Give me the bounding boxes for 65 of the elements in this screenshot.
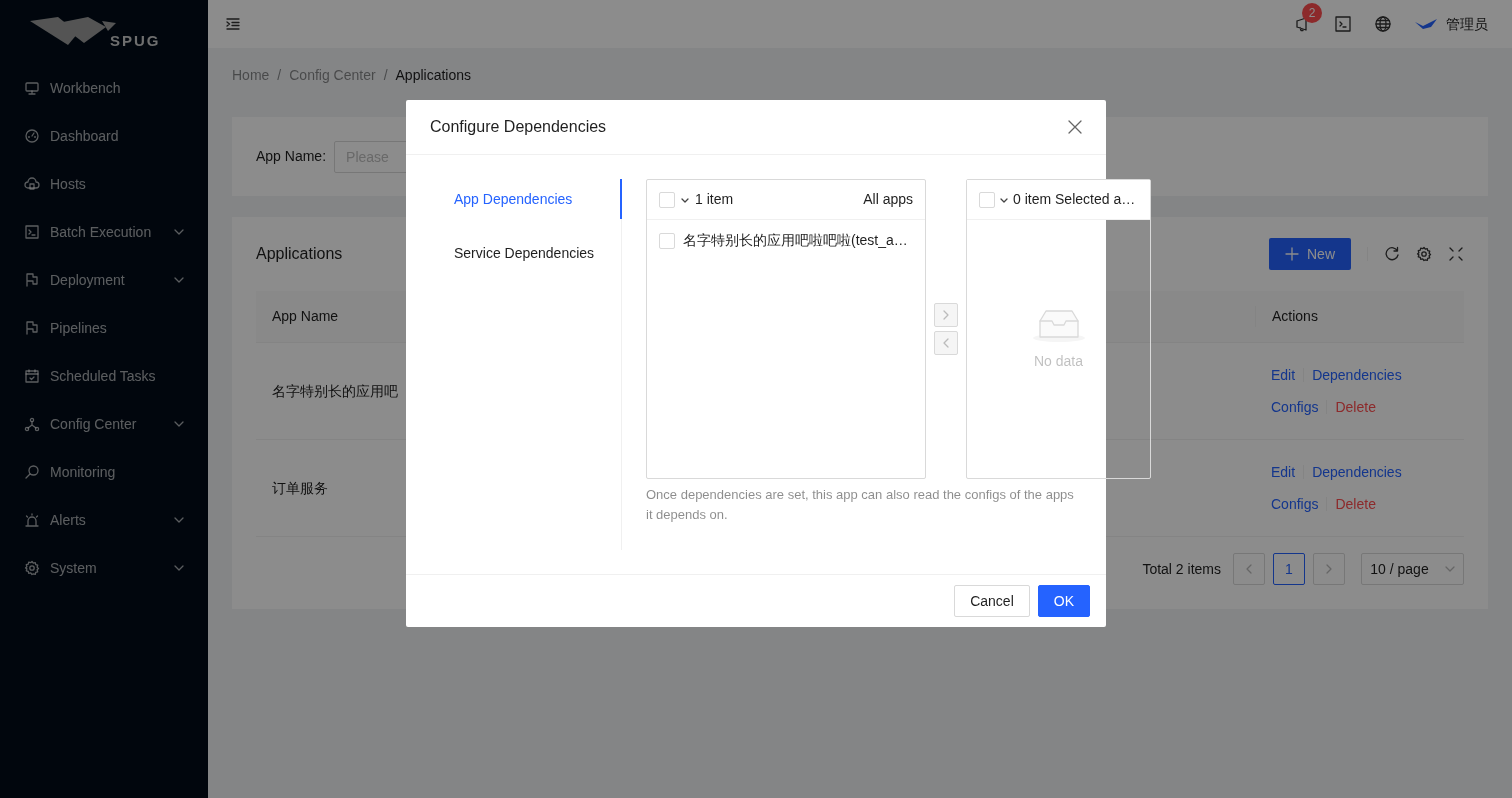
sidebar-item[interactable]: Hosts (0, 164, 208, 204)
checkbox[interactable] (659, 191, 675, 208)
chevron-down-icon (1444, 566, 1455, 572)
sidebar-item[interactable]: Monitoring (0, 452, 208, 492)
action-link[interactable]: Dependencies (1312, 456, 1402, 488)
chevron-right-icon (943, 310, 949, 320)
chevron-left-icon (1246, 564, 1252, 574)
pagination-total: Total 2 items (1142, 559, 1221, 579)
action-link[interactable]: Dependencies (1312, 359, 1402, 391)
page-size-select[interactable]: 10 / page (1361, 553, 1464, 585)
action-link[interactable]: Edit (1271, 456, 1296, 488)
chevron-left-icon (943, 338, 949, 348)
sidebar-item[interactable]: Workbench (0, 68, 208, 108)
new-button[interactable]: New (1269, 238, 1351, 270)
item-count: 1 item (695, 190, 735, 209)
action-link[interactable]: Configs (1271, 391, 1319, 423)
column-header: App Name (271, 307, 339, 326)
checkbox[interactable] (659, 232, 675, 249)
fullscreen-icon[interactable] (1448, 246, 1464, 262)
breadcrumb-item[interactable]: Home (232, 65, 270, 86)
checkbox[interactable] (979, 191, 995, 208)
globe-icon[interactable] (1374, 15, 1392, 33)
page-button[interactable]: 1 (1273, 553, 1305, 585)
ok-button[interactable]: OK (1037, 585, 1090, 617)
breadcrumb-item: Applications (395, 66, 472, 85)
sidebar-item[interactable]: Pipelines (0, 308, 208, 348)
plus-icon (1285, 247, 1299, 261)
action-link[interactable]: Configs (1271, 488, 1319, 520)
table-cell-text: 名字特别长的应用吧 (272, 381, 398, 401)
menu-fold-icon[interactable] (226, 18, 240, 30)
sidebar-item[interactable]: Deployment (0, 260, 208, 300)
user-name[interactable]: 管理员 (1446, 13, 1488, 35)
table-cell-text: 订单服务 (272, 478, 328, 498)
tab[interactable]: App Dependencies (430, 179, 622, 219)
empty-text: No data (1033, 351, 1083, 371)
help-text: Once dependencies are set, this app can also read the configs of the apps it depends on. (646, 486, 1075, 524)
close-icon[interactable] (1068, 120, 1082, 134)
sidebar-item[interactable]: Dashboard (0, 116, 208, 156)
field-label: App Name: (256, 147, 327, 166)
sidebar-item[interactable]: System (0, 548, 208, 588)
terminal-icon[interactable] (1334, 15, 1352, 33)
cancel-button[interactable]: Cancel (954, 585, 1030, 617)
delete-link[interactable]: Delete (1335, 488, 1376, 520)
delete-link[interactable]: Delete (1335, 391, 1376, 423)
logo-text: SPUG (110, 30, 161, 51)
breadcrumb-separator: / (277, 66, 282, 85)
breadcrumb-item[interactable]: Config Center (289, 65, 376, 86)
item-count: 0 item Selected a… (1013, 190, 1136, 209)
sidebar-item[interactable]: Config Center (0, 404, 208, 444)
modal-title: Configure Dependencies (430, 117, 608, 137)
list-title: All apps (863, 190, 913, 209)
column-header: Actions (1255, 306, 1464, 327)
chevron-right-icon (1326, 564, 1332, 574)
notification-badge: 2 (1302, 3, 1322, 23)
tab[interactable]: Service Dependencies (430, 233, 622, 273)
sidebar-item[interactable]: Alerts (0, 500, 208, 540)
breadcrumb-separator: / (383, 66, 388, 85)
avatar-icon (1414, 18, 1438, 30)
sidebar-item[interactable]: Batch Execution (0, 212, 208, 252)
settings-icon[interactable] (1416, 246, 1432, 262)
reload-icon[interactable] (1384, 246, 1400, 262)
sidebar-item[interactable]: Scheduled Tasks (0, 356, 208, 396)
action-link[interactable]: Edit (1271, 359, 1296, 391)
list-item[interactable]: 名字特别长的应用吧啦吧啦(test_a… (647, 224, 925, 257)
card-title: Applications (256, 244, 343, 264)
